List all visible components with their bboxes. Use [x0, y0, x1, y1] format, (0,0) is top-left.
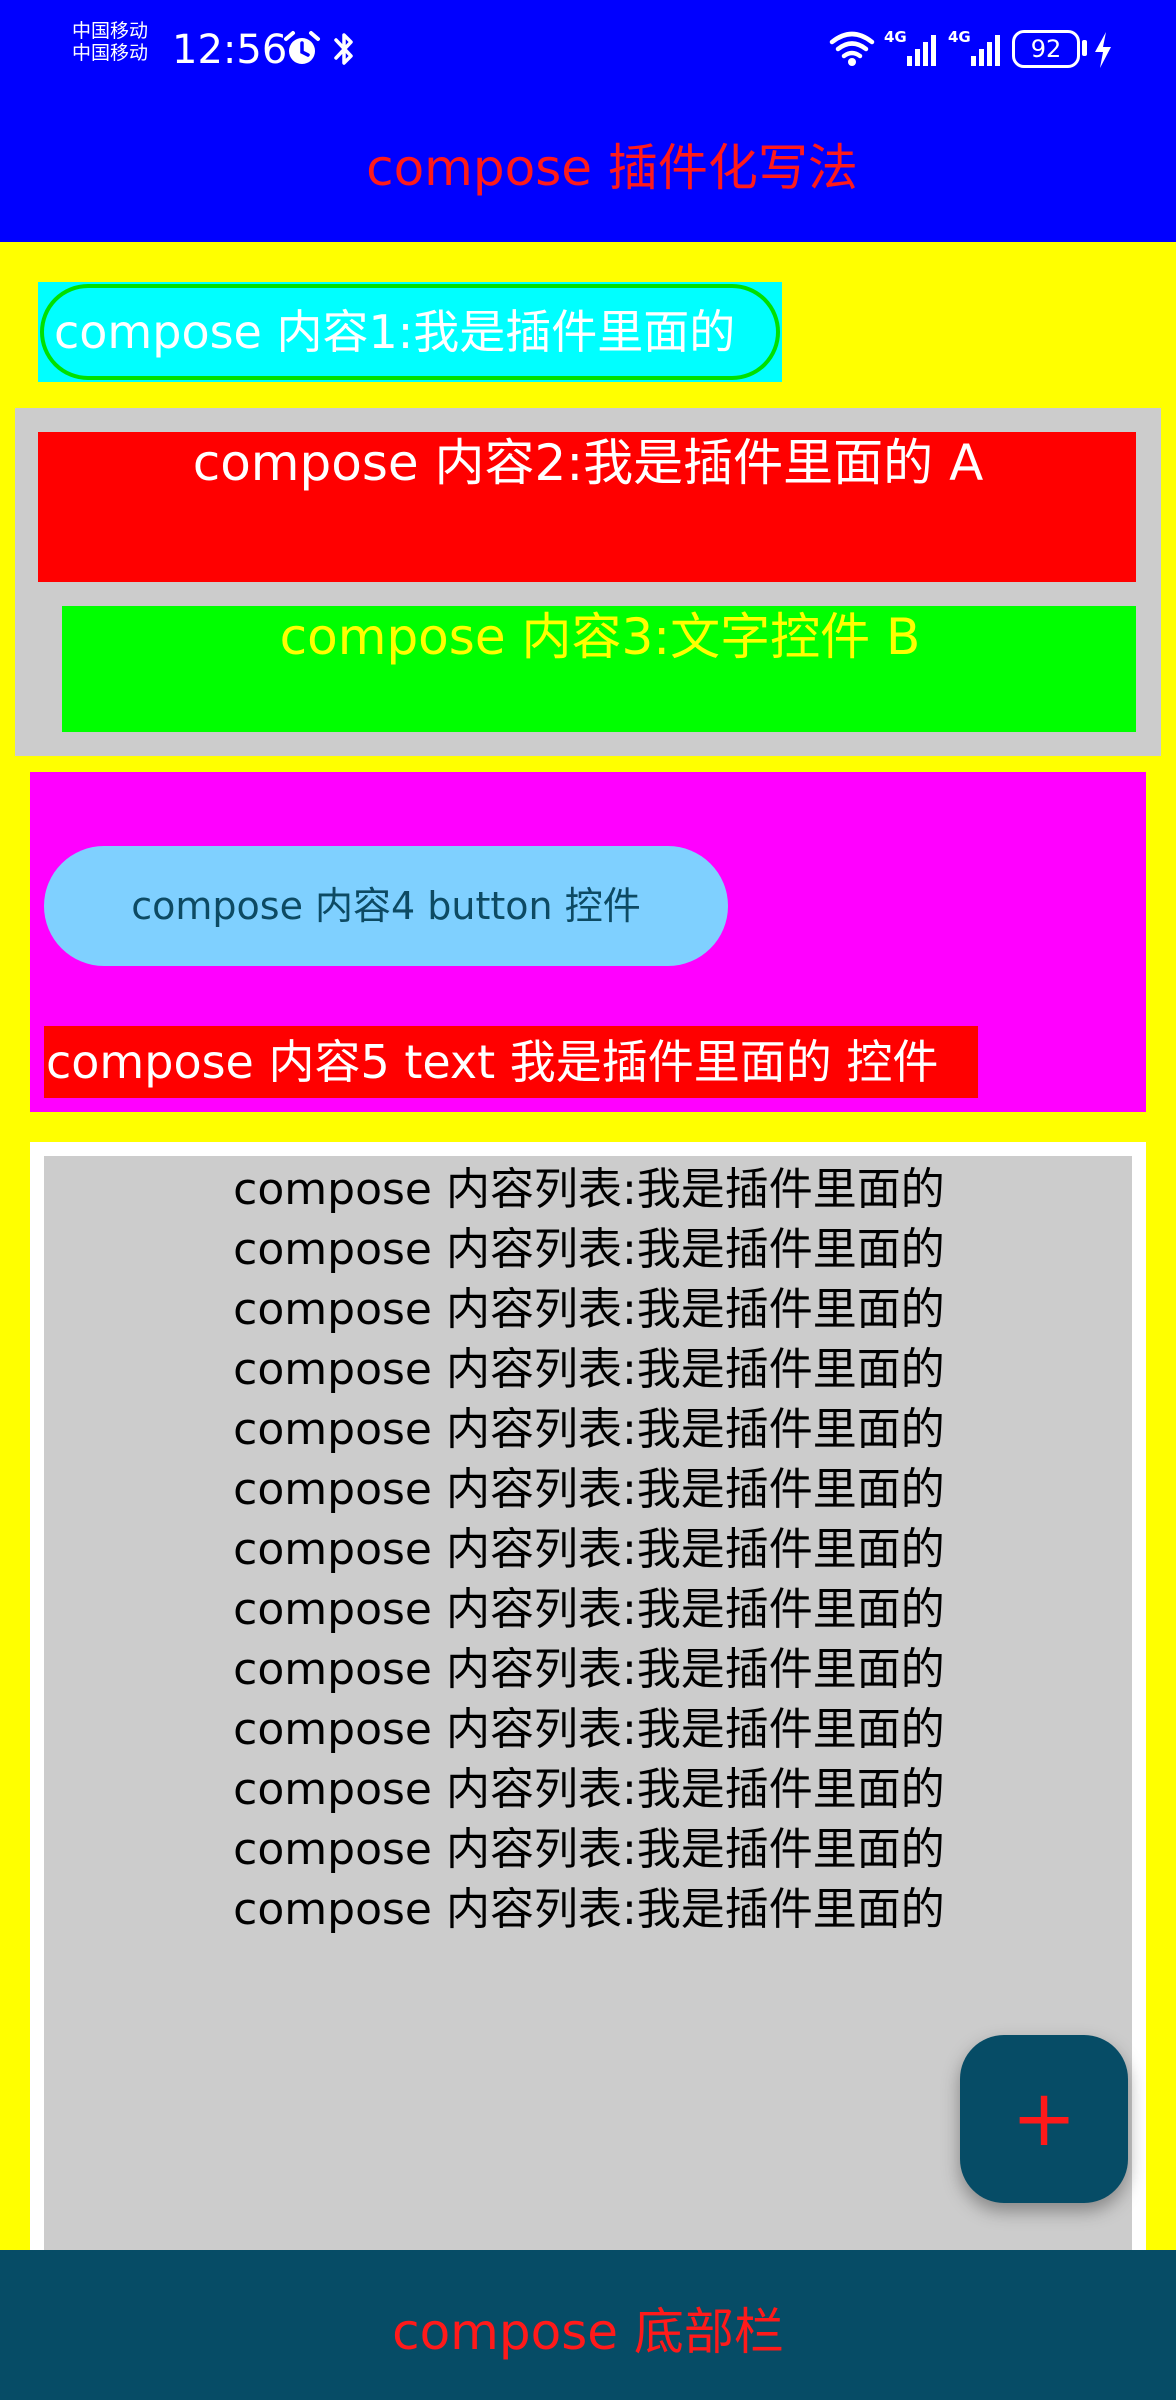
list-item[interactable]: compose 内容列表:我是插件里面的: [44, 1700, 1132, 1760]
list-item[interactable]: compose 内容列表:我是插件里面的: [44, 1460, 1132, 1520]
carrier-label-1: 中国移动: [72, 20, 149, 42]
add-fab-button[interactable]: +: [960, 2035, 1128, 2203]
list-item[interactable]: compose 内容列表:我是插件里面的: [44, 1340, 1132, 1400]
list-item[interactable]: compose 内容列表:我是插件里面的: [44, 1760, 1132, 1820]
list-item[interactable]: compose 内容列表:我是插件里面的: [44, 1160, 1132, 1220]
battery-tip: [1082, 40, 1087, 56]
content4-button[interactable]: compose 内容4 button 控件: [44, 846, 728, 966]
alarm-icon: [284, 31, 320, 64]
bottom-bar-title: compose 底部栏: [392, 2303, 784, 2361]
signal-icon: 4G: [884, 26, 940, 70]
signal-icon: 4G: [948, 26, 1004, 70]
content2-text: compose 内容2:我是插件里面的 A: [192, 434, 984, 492]
signal-type-label: 4G: [884, 28, 907, 46]
bluetooth-icon: [334, 33, 353, 65]
content1-text: compose 内容1:我是插件里面的: [54, 305, 736, 359]
list-item[interactable]: compose 内容列表:我是插件里面的: [44, 1520, 1132, 1580]
battery-icon: 92: [1012, 30, 1080, 68]
list-item[interactable]: compose 内容列表:我是插件里面的: [44, 1640, 1132, 1700]
page-title: compose 插件化写法: [366, 139, 858, 197]
plus-icon: +: [1011, 2074, 1077, 2164]
signal-type-label: 4G: [948, 28, 971, 46]
list-item[interactable]: compose 内容列表:我是插件里面的: [44, 1820, 1132, 1880]
content5-text: compose 内容5 text 我是插件里面的 控件: [44, 1026, 978, 1098]
wifi-icon: [829, 31, 875, 66]
charging-icon: [1095, 32, 1111, 68]
carrier-label-2: 中国移动: [72, 42, 149, 64]
list-item[interactable]: compose 内容列表:我是插件里面的: [44, 1880, 1132, 1940]
list-item[interactable]: compose 内容列表:我是插件里面的: [44, 1280, 1132, 1340]
list-item[interactable]: compose 内容列表:我是插件里面的: [44, 1580, 1132, 1640]
content3-text: compose 内容3:文字控件 B: [279, 608, 921, 666]
list-item[interactable]: compose 内容列表:我是插件里面的: [44, 1400, 1132, 1460]
list-item[interactable]: compose 内容列表:我是插件里面的: [44, 1220, 1132, 1280]
status-time: 12:56: [172, 27, 288, 73]
